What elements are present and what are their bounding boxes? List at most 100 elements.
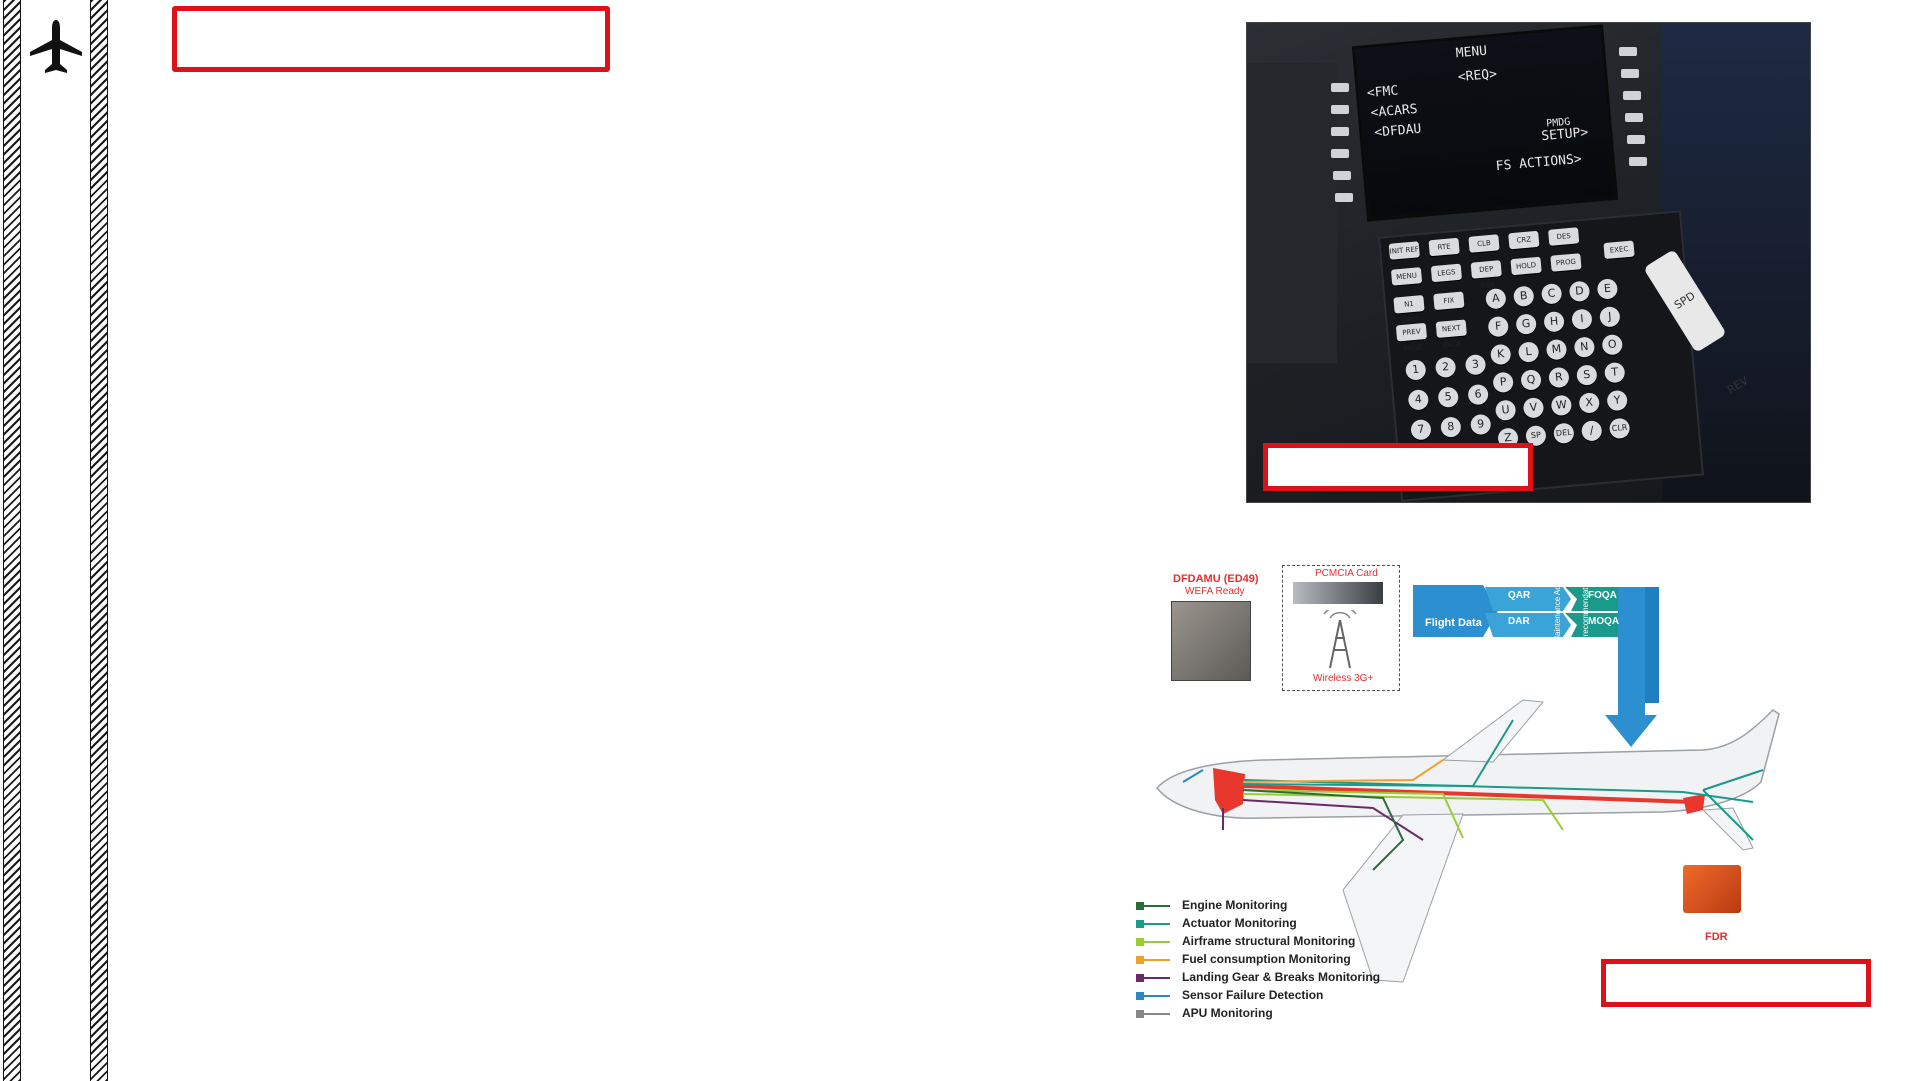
- lsk-left-1[interactable]: [1331, 83, 1349, 92]
- key-init-ref[interactable]: INIT REF: [1388, 241, 1420, 260]
- key-h[interactable]: H: [1543, 310, 1565, 333]
- key-1[interactable]: 1: [1404, 359, 1427, 381]
- qar-label: QAR: [1508, 590, 1531, 601]
- title-box: [172, 6, 610, 72]
- legend-line: [1144, 923, 1170, 925]
- lsk-left-3[interactable]: [1331, 127, 1349, 136]
- key-x[interactable]: X: [1578, 392, 1601, 414]
- key-b[interactable]: B: [1512, 285, 1535, 308]
- key-l[interactable]: L: [1517, 341, 1540, 363]
- cdu-fmc-option[interactable]: <FMC: [1366, 83, 1399, 101]
- cdu-acars-option[interactable]: <ACARS: [1370, 102, 1418, 121]
- key-i[interactable]: I: [1571, 308, 1593, 331]
- key-c[interactable]: C: [1540, 283, 1563, 305]
- antenna-icon: [1323, 610, 1357, 669]
- lsk-right-4[interactable]: [1625, 113, 1643, 122]
- key-p[interactable]: P: [1492, 371, 1514, 394]
- key-crz[interactable]: CRZ: [1508, 230, 1540, 250]
- key-des[interactable]: DES: [1548, 227, 1580, 246]
- lsk-left-5[interactable]: [1333, 171, 1351, 180]
- predictive-label: Predictive Maintenance Actions: [1553, 568, 1562, 680]
- key-m[interactable]: M: [1545, 338, 1568, 361]
- key-k[interactable]: K: [1489, 343, 1512, 366]
- key-6[interactable]: 6: [1467, 383, 1489, 406]
- key-menu[interactable]: MENU: [1390, 267, 1423, 286]
- cdu-left-panel: [1247, 63, 1337, 363]
- lsk-left-4[interactable]: [1331, 149, 1349, 158]
- moqa-label: MOQA: [1588, 616, 1620, 627]
- legend-line: [1144, 941, 1170, 943]
- key-n1-limit[interactable]: N1 LIMIT: [1393, 295, 1425, 325]
- legend-line: [1144, 995, 1170, 997]
- key-4[interactable]: 4: [1407, 389, 1430, 411]
- key-del[interactable]: DEL: [1552, 422, 1575, 445]
- key-exec[interactable]: EXEC: [1603, 240, 1635, 260]
- key-slash[interactable]: /: [1580, 420, 1603, 442]
- key-n[interactable]: N: [1573, 336, 1596, 359]
- wireless-label: Wireless 3G+: [1313, 673, 1374, 684]
- cdu-screen: MENU <FMC <REQ> <ACARS <DFDAU PMDG SETUP…: [1351, 24, 1619, 222]
- cdu-photo: MENU <FMC <REQ> <ACARS <DFDAU PMDG SETUP…: [1246, 22, 1811, 503]
- legend-line: [1144, 977, 1170, 979]
- key-fix[interactable]: FIX: [1433, 291, 1465, 311]
- airplane-icon: [30, 20, 82, 73]
- legend-swatch: [1136, 974, 1144, 982]
- key-9[interactable]: 9: [1469, 413, 1492, 436]
- key-f[interactable]: F: [1487, 315, 1510, 338]
- key-d[interactable]: D: [1568, 280, 1591, 303]
- key-t[interactable]: T: [1603, 361, 1626, 384]
- key-r[interactable]: R: [1548, 366, 1570, 389]
- key-prog[interactable]: PROG: [1550, 253, 1582, 272]
- lsk-right-5[interactable]: [1627, 135, 1645, 144]
- cdu-setup-option[interactable]: SETUP>: [1541, 125, 1589, 144]
- legend-swatch: [1136, 1010, 1144, 1018]
- key-w[interactable]: W: [1550, 394, 1573, 417]
- key-3[interactable]: 3: [1464, 353, 1487, 376]
- legend-label: Fuel consumption Monitoring: [1182, 952, 1351, 966]
- dfdamu-title: DFDAMU (ED49): [1173, 573, 1259, 585]
- key-next-page[interactable]: NEXT PAGE: [1435, 319, 1467, 349]
- legend-label: Sensor Failure Detection: [1182, 988, 1324, 1002]
- key-hold[interactable]: HOLD: [1510, 256, 1542, 276]
- lsk-left-6[interactable]: [1335, 193, 1353, 202]
- legend-swatch: [1136, 992, 1144, 1000]
- key-5[interactable]: 5: [1437, 386, 1460, 409]
- lsk-right-6[interactable]: [1629, 157, 1647, 166]
- key-u[interactable]: U: [1494, 399, 1517, 422]
- key-rte[interactable]: RTE: [1428, 237, 1460, 257]
- key-legs[interactable]: LEGS: [1430, 263, 1463, 283]
- pcmcia-card-image: [1293, 582, 1383, 604]
- flight-data-label: Flight Data: [1425, 617, 1482, 629]
- key-j[interactable]: J: [1599, 306, 1621, 328]
- lsk-right-1[interactable]: [1619, 47, 1637, 56]
- key-g[interactable]: G: [1515, 313, 1538, 336]
- key-a[interactable]: A: [1485, 287, 1507, 310]
- key-e[interactable]: E: [1596, 278, 1619, 300]
- lsk-right-3[interactable]: [1623, 91, 1641, 100]
- legend-line: [1144, 1013, 1170, 1015]
- key-dep-arr[interactable]: DEP ARR: [1470, 260, 1502, 290]
- right-hatch-bar: [90, 0, 108, 1081]
- key-y[interactable]: Y: [1606, 389, 1629, 412]
- cdu-req-option[interactable]: <REQ>: [1457, 67, 1497, 85]
- key-v[interactable]: V: [1522, 397, 1545, 419]
- cdu-dfdau-option[interactable]: <DFDAU: [1374, 122, 1422, 141]
- lsk-left-2[interactable]: [1331, 105, 1349, 114]
- key-s[interactable]: S: [1576, 364, 1598, 386]
- cdu-fs-actions-option[interactable]: FS ACTIONS>: [1495, 152, 1582, 174]
- legend-swatch: [1136, 938, 1144, 946]
- legend-label: Actuator Monitoring: [1182, 916, 1297, 930]
- key-8[interactable]: 8: [1440, 416, 1462, 438]
- lsk-right-2[interactable]: [1621, 69, 1639, 78]
- legend-swatch: [1136, 920, 1144, 928]
- key-2[interactable]: 2: [1434, 356, 1457, 379]
- legend-label: APU Monitoring: [1182, 1006, 1273, 1020]
- key-7[interactable]: 7: [1410, 418, 1432, 441]
- key-clb[interactable]: CLB: [1468, 234, 1500, 253]
- legend-label: Airframe structural Monitoring: [1182, 934, 1356, 948]
- key-clr[interactable]: CLR: [1608, 417, 1631, 440]
- foqa-label: FOQA: [1588, 590, 1617, 601]
- key-prev-page[interactable]: PREV PAGE: [1395, 322, 1428, 353]
- key-o[interactable]: O: [1601, 333, 1624, 356]
- key-q[interactable]: Q: [1520, 369, 1542, 391]
